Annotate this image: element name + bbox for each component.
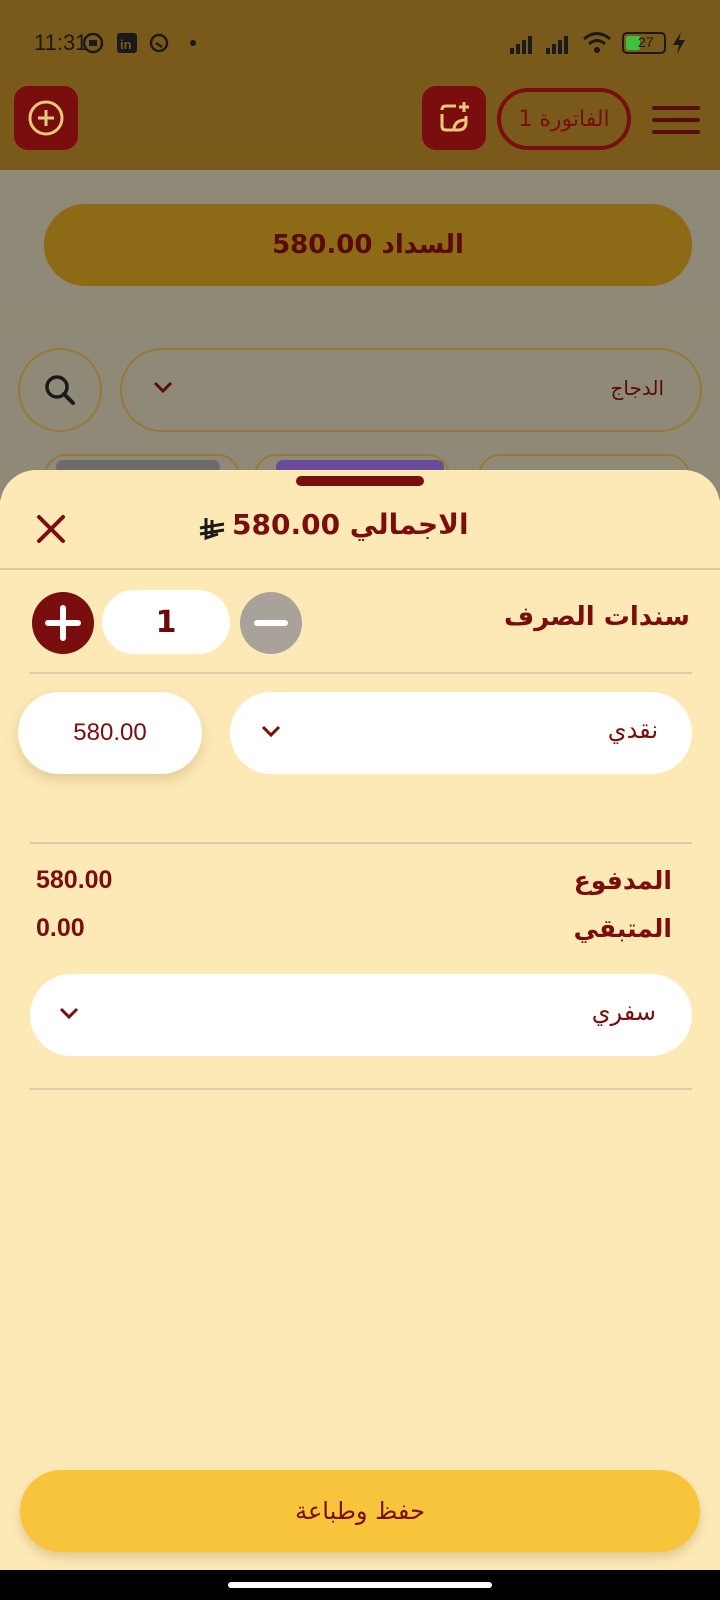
- quantity-value: 1: [155, 604, 177, 640]
- pay-button[interactable]: السداد 580.00: [44, 204, 692, 286]
- sheet-drag-handle[interactable]: [296, 476, 424, 486]
- save-and-print-button[interactable]: حفظ وطباعة: [20, 1470, 700, 1552]
- menu-icon: [652, 106, 700, 134]
- paid-label: المدفوع: [573, 866, 672, 895]
- order-type-select[interactable]: سفري: [30, 974, 692, 1056]
- vouchers-label: سندات الصرف: [504, 602, 690, 632]
- quantity-field[interactable]: 1: [102, 590, 230, 654]
- background-divider: [0, 318, 720, 320]
- menu-button[interactable]: [652, 106, 700, 134]
- remaining-label: المتبقي: [573, 914, 672, 943]
- divider: [30, 842, 692, 844]
- pay-button-label: السداد 580.00: [272, 230, 464, 260]
- invoice-tab-label: الفاتورة 1: [518, 106, 610, 132]
- battery-level: 27: [638, 34, 654, 50]
- payment-method-select[interactable]: نقدي: [230, 692, 692, 774]
- search-button[interactable]: [18, 348, 102, 432]
- sheet-title: الاجمالي 580.00: [232, 508, 469, 541]
- more-notifications-dot: [190, 40, 196, 46]
- close-icon[interactable]: [36, 514, 66, 544]
- chevron-down-icon: [261, 725, 281, 738]
- edit-sticker-icon: [440, 102, 469, 132]
- app-icon: [149, 33, 169, 53]
- invoice-tab[interactable]: الفاتورة 1: [497, 88, 631, 150]
- wifi-icon: [583, 32, 611, 53]
- divider: [30, 1088, 692, 1090]
- remaining-value: 0.00: [36, 914, 85, 942]
- riyal-icon: [199, 518, 225, 541]
- order-type-value: سفري: [591, 998, 656, 1026]
- notification-icon: [82, 32, 104, 54]
- charging-icon: [673, 32, 685, 54]
- paid-value: 580.00: [36, 866, 113, 894]
- signal-icon: [510, 36, 532, 54]
- battery-icon: 27: [622, 32, 666, 54]
- status-bar: 11:31 in 27: [0, 0, 720, 88]
- decrement-button[interactable]: [240, 592, 302, 654]
- category-select[interactable]: الدجاج: [120, 348, 702, 432]
- minus-icon: [254, 620, 288, 626]
- payment-amount-value: 580.00: [73, 719, 147, 746]
- chevron-down-icon: [59, 1007, 79, 1020]
- plus-icon: [28, 100, 64, 136]
- payment-method-value: نقدي: [607, 716, 658, 744]
- search-icon: [45, 375, 75, 405]
- sheet-header-divider: [0, 568, 720, 570]
- add-button[interactable]: [14, 86, 78, 150]
- plus-icon: [45, 605, 81, 641]
- home-gesture-bar[interactable]: [228, 1582, 492, 1588]
- linkedin-icon: in: [117, 33, 137, 53]
- status-time: 11:31: [34, 30, 88, 55]
- category-select-value: الدجاج: [610, 376, 664, 400]
- svg-text:in: in: [120, 37, 132, 52]
- save-and-print-label: حفظ وطباعة: [295, 1497, 425, 1525]
- divider: [30, 672, 692, 674]
- increment-button[interactable]: [32, 592, 94, 654]
- new-note-button[interactable]: [422, 86, 486, 150]
- payment-amount-field[interactable]: 580.00: [18, 692, 202, 774]
- signal-icon-2: [546, 36, 568, 54]
- chevron-down-icon: [153, 381, 173, 394]
